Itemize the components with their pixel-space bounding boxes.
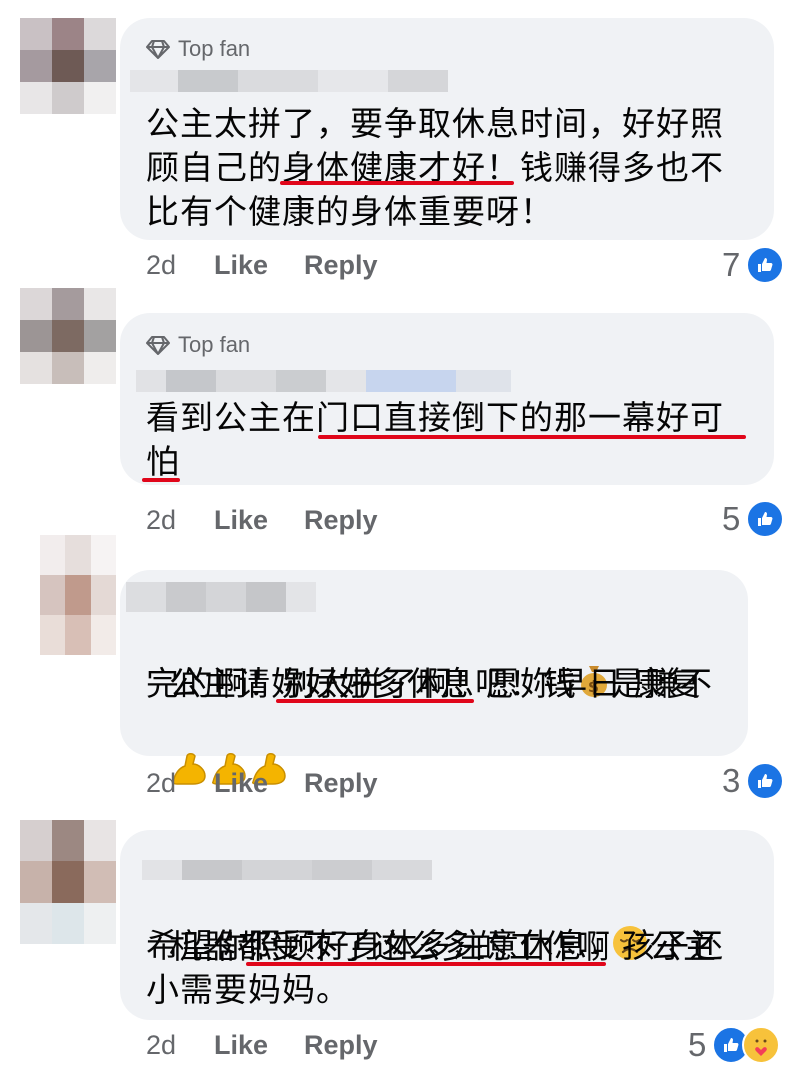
comment-actions: 2d Like Reply xyxy=(146,768,378,799)
avatar[interactable] xyxy=(20,288,116,384)
top-fan-label: Top fan xyxy=(178,36,251,61)
reply-button[interactable]: Reply xyxy=(304,250,378,281)
highlight-underline xyxy=(318,435,746,439)
reaction-summary[interactable]: 5 xyxy=(688,1026,781,1064)
highlight-underline xyxy=(276,699,474,703)
top-fan-label: Top fan xyxy=(178,332,251,357)
comment-text: 公主太拼了，要争取休息时间，好好照 xyxy=(146,104,724,143)
like-icon xyxy=(746,246,785,284)
like-icon xyxy=(746,762,785,800)
top-fan-badge: Top fan xyxy=(146,332,250,358)
like-button[interactable]: Like xyxy=(214,768,304,799)
comment-age[interactable]: 2d xyxy=(146,250,214,281)
diamond-icon xyxy=(146,40,170,59)
comment-age[interactable]: 2d xyxy=(146,1030,214,1061)
commenter-name[interactable] xyxy=(126,582,316,612)
comment-actions: 2d Like Reply xyxy=(146,1030,378,1061)
like-button[interactable]: Like xyxy=(214,505,304,536)
commenter-name[interactable] xyxy=(130,70,448,92)
comment-age[interactable]: 2d xyxy=(146,505,214,536)
commenter-name[interactable] xyxy=(136,370,511,392)
reaction-summary[interactable]: 3 xyxy=(722,762,785,800)
reply-button[interactable]: Reply xyxy=(304,1030,378,1061)
avatar[interactable] xyxy=(20,820,116,944)
reaction-summary[interactable]: 5 xyxy=(722,500,785,538)
care-icon xyxy=(742,1026,781,1064)
reply-button[interactable]: Reply xyxy=(304,768,378,799)
like-button[interactable]: Like xyxy=(214,1030,304,1061)
reply-button[interactable]: Reply xyxy=(304,505,378,536)
comment-text: 比有个健康的身体重要呀！ xyxy=(146,192,554,231)
reaction-count: 5 xyxy=(722,500,741,537)
reaction-summary[interactable]: 7 xyxy=(722,246,785,284)
avatar[interactable] xyxy=(20,18,116,114)
comment-age[interactable]: 2d xyxy=(146,768,214,799)
top-fan-badge: Top fan xyxy=(146,36,250,62)
avatar[interactable] xyxy=(40,535,116,655)
highlight-underline xyxy=(246,962,606,966)
comment-actions: 2d Like Reply xyxy=(146,505,378,536)
comment-text: 小需要妈妈。 xyxy=(146,970,350,1009)
reaction-count: 7 xyxy=(722,246,741,283)
like-button[interactable]: Like xyxy=(214,250,304,281)
like-icon xyxy=(746,500,785,538)
highlight-underline xyxy=(280,181,514,185)
highlight-underline xyxy=(142,478,180,482)
comment-actions: 2d Like Reply xyxy=(146,250,378,281)
reaction-count: 3 xyxy=(722,762,741,799)
commenter-name[interactable] xyxy=(142,860,432,880)
diamond-icon xyxy=(146,336,170,355)
reaction-count: 5 xyxy=(688,1026,707,1063)
comment-text: 看到公主在门口直接倒下的那一幕好可 xyxy=(146,398,724,437)
